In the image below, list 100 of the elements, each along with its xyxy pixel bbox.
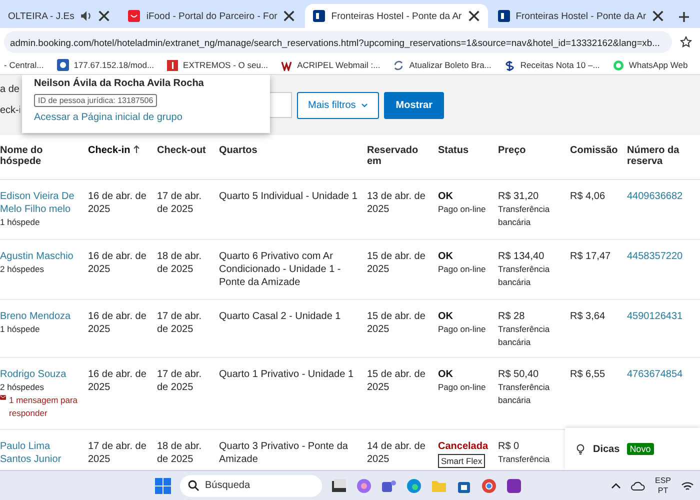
site-logo-icon [313,10,326,22]
check-out-date: 17 de abr. de 2025 [157,311,202,335]
close-icon[interactable] [283,10,296,22]
status-label: OK [438,250,453,263]
guest-name-link[interactable]: Agustin Maschio [0,250,74,263]
column-header[interactable]: Check-out [157,145,219,156]
check-out-date: 18 de abr. de 2025 [157,441,202,465]
commission: R$ 4,06 [570,191,606,202]
guest-name-link[interactable]: Rodrigo Souza [0,368,66,381]
show-button[interactable]: Mostrar [384,92,444,118]
language-indicator[interactable]: ESP PT [654,476,671,496]
wifi-icon[interactable] [681,480,694,490]
guest-name-link[interactable]: Breno Mendoza [0,310,71,323]
people-icon[interactable] [381,478,397,494]
payment-status: Pago on-line [438,323,486,336]
plus-icon[interactable] [678,11,690,23]
price: R$ 31,20 [498,190,539,203]
close-icon[interactable] [98,10,110,22]
w-letter-icon [281,60,292,70]
browser-tab[interactable]: Fronteiras Hostel - Ponte da Ar [490,4,672,28]
price: R$ 50,40 [498,368,539,381]
lightbulb-icon [575,443,586,455]
caret-icon [360,102,368,108]
app-logo-icon [128,10,140,22]
sort-arrow-icon [133,145,140,154]
payment-status: Pago on-line [438,203,486,216]
room-name: Quarto 5 Individual - Unidade 1 [219,191,358,202]
bookmark[interactable]: Atualizar Boleto Bra... [393,60,492,70]
reservation-number-link[interactable]: 4590126431 [627,311,683,322]
reservation-number-link[interactable]: 4458357220 [627,251,683,262]
app-logo-icon[interactable] [506,478,522,494]
windows-logo-icon[interactable] [155,478,171,494]
search-icon [188,480,199,491]
booking-date: 13 de abr. de 2025 [367,191,426,215]
bookmark[interactable]: - Central... [4,60,44,70]
taskbar-search-field[interactable]: Búsqueda [180,474,322,496]
payment-method: Transferência bancária [498,203,551,229]
chevron-up-icon[interactable] [610,482,621,489]
column-header[interactable]: Comissão [570,145,627,156]
room-name: Quarto 3 Privativo - Ponte da Amizade [219,441,348,465]
check-in-date: 17 de abr. de 2025 [88,441,146,465]
check-in-date: 16 de abr. de 2025 [88,251,146,275]
check-in-date: 16 de abr. de 2025 [88,369,146,393]
bookmark[interactable]: Receitas Nota 10 –... [504,60,600,70]
filter-label: a de [0,84,20,95]
column-header[interactable]: Reservado em [367,145,438,167]
column-header[interactable]: Nome do hóspede [0,145,88,167]
account-name: Neilson Ávila da Rocha Avila Rocha [34,78,204,89]
booking-date: 15 de abr. de 2025 [367,369,426,393]
bookmark[interactable]: WhatsApp Web [612,60,688,70]
star-icon[interactable] [680,36,692,48]
column-header[interactable]: Quartos [219,145,367,156]
column-header[interactable]: Preço [498,145,570,156]
guest-name-link[interactable]: Paulo Lima Santos Junior [0,440,82,466]
bookmark[interactable]: ACRIPEL Webmail :... [281,60,380,70]
commission: R$ 6,55 [570,369,606,380]
room-name: Quarto Casal 2 - Unidade 1 [219,311,341,322]
chat-bubble-icon [612,60,624,70]
reservation-number-link[interactable]: 4409636682 [627,191,683,202]
status-label: OK [438,190,453,203]
price: R$ 0 [498,440,520,453]
dollar-icon [504,60,516,70]
reservation-number-link[interactable]: 4763674854 [627,369,683,380]
booking-date: 15 de abr. de 2025 [367,311,426,335]
browser-tab[interactable]: OLTEIRA - J.Es [0,4,118,28]
column-header[interactable]: Número da reserva [627,145,700,167]
price: R$ 134,40 [498,250,544,263]
site-logo-icon [167,60,178,70]
commission: R$ 3,64 [570,311,606,322]
payment-status: Pago on-line [438,381,486,394]
group-homepage-link[interactable]: Acessar a Página inicial de grupo [34,112,182,123]
address-bar[interactable]: admin.booking.com/hotel/hoteladmin/extranet_ng/manage/search_reservations.html?upcoming_reservations=1&source=nav&hotel_id=13332162&lang=xb... [4,31,672,53]
check-out-date: 18 de abr. de 2025 [157,251,202,275]
message-alert[interactable]: 1 mensagem para responder [0,394,82,420]
bookmark[interactable]: EXTREMOS - O seu... [167,60,268,70]
check-out-date: 17 de abr. de 2025 [157,369,202,393]
new-tag: Novo [626,443,654,455]
payment-method: Transferência [498,453,550,466]
status-label: Cancelada [438,440,488,453]
status-label: OK [438,368,453,381]
circle-logo-icon[interactable] [481,478,497,494]
column-header[interactable]: Status [438,145,498,156]
payment-method: Transferência bancária [498,323,551,349]
room-name: Quarto 6 Privativo com Ar Condicionado - Unidade 1 - Ponte da Amizade [219,251,341,288]
bookmark[interactable]: 177.67.152.18/mod... [56,59,154,71]
payment-status: Pago on-line [438,263,486,276]
more-filters-button[interactable]: Mais filtros [297,92,379,118]
tips-panel[interactable]: Dicas Novo [565,428,700,470]
guest-name-link[interactable]: Edison Vieira De Melo Filho melo [0,190,82,216]
booking-date: 15 de abr. de 2025 [367,251,426,275]
column-header[interactable]: Check-in [88,145,157,156]
site-logo-icon [498,10,510,22]
commission: R$ 17,47 [570,251,611,262]
browser-tab[interactable]: iFood - Portal do Parceiro - For [120,4,304,28]
close-icon[interactable] [652,10,664,22]
sync-icon [393,60,404,70]
browser-tab[interactable]: Fronteiras Hostel - Ponte da Ar [305,4,488,28]
close-icon[interactable] [468,10,480,22]
check-in-date: 16 de abr. de 2025 [88,311,146,335]
price: R$ 28 [498,310,525,323]
